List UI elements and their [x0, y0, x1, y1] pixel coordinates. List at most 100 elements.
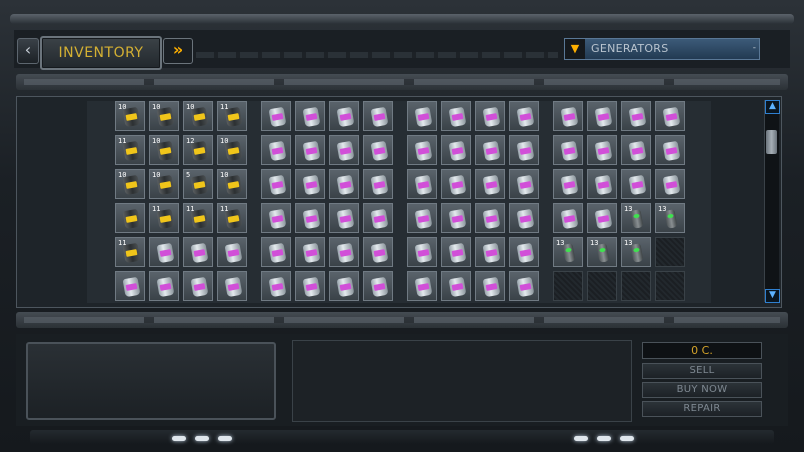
inventory-slot[interactable] — [329, 203, 359, 233]
inventory-slot[interactable]: 13 — [553, 237, 583, 267]
inventory-slot[interactable] — [363, 203, 393, 233]
inventory-slot[interactable] — [475, 203, 505, 233]
inventory-slot[interactable]: 11 — [115, 135, 145, 165]
inventory-slot[interactable]: 11 — [183, 203, 213, 233]
category-dropdown[interactable]: ▼ GENERATORS - — [564, 38, 760, 60]
inventory-slot[interactable] — [553, 135, 583, 165]
inventory-slot[interactable] — [261, 237, 291, 267]
empty-slot[interactable] — [655, 237, 685, 267]
inventory-slot[interactable] — [509, 271, 539, 301]
inventory-slot[interactable]: 11 — [217, 101, 247, 131]
inventory-slot[interactable] — [295, 101, 325, 131]
inventory-slot[interactable] — [621, 135, 651, 165]
inventory-slot[interactable] — [655, 135, 685, 165]
inventory-slot[interactable] — [261, 135, 291, 165]
inventory-slot[interactable] — [363, 169, 393, 199]
inventory-slot[interactable]: 10 — [183, 101, 213, 131]
inventory-slot[interactable] — [621, 101, 651, 131]
inventory-slot[interactable] — [441, 237, 471, 267]
inventory-slot[interactable] — [217, 271, 247, 301]
inventory-slot[interactable]: 10 — [115, 101, 145, 131]
inventory-slot[interactable]: 11 — [217, 203, 247, 233]
inventory-slot[interactable] — [363, 237, 393, 267]
inventory-slot[interactable]: 13 — [621, 237, 651, 267]
inventory-slot[interactable] — [553, 203, 583, 233]
inventory-slot[interactable] — [587, 135, 617, 165]
inventory-slot[interactable] — [407, 101, 437, 131]
inventory-slot[interactable]: 13 — [621, 203, 651, 233]
inventory-slot[interactable] — [441, 271, 471, 301]
dropdown-arrow-icon[interactable]: ▼ — [565, 39, 585, 59]
inventory-slot[interactable] — [329, 135, 359, 165]
inventory-slot[interactable] — [407, 135, 437, 165]
inventory-slot[interactable]: 10 — [217, 169, 247, 199]
inventory-slot[interactable]: 13 — [655, 203, 685, 233]
scroll-down-button[interactable]: ▼ — [765, 289, 780, 303]
inventory-slot[interactable] — [217, 237, 247, 267]
inventory-slot[interactable] — [475, 169, 505, 199]
inventory-slot[interactable] — [261, 169, 291, 199]
inventory-slot[interactable] — [149, 237, 179, 267]
inventory-slot[interactable] — [407, 203, 437, 233]
inventory-slot[interactable]: 10 — [149, 135, 179, 165]
inventory-slot[interactable] — [115, 271, 145, 301]
next-tab-button[interactable]: » — [163, 38, 193, 64]
empty-slot[interactable] — [621, 271, 651, 301]
inventory-slot[interactable] — [475, 237, 505, 267]
inventory-slot[interactable] — [441, 169, 471, 199]
inventory-slot[interactable] — [553, 169, 583, 199]
inventory-slot[interactable] — [407, 169, 437, 199]
empty-slot[interactable] — [655, 271, 685, 301]
inventory-slot[interactable] — [475, 135, 505, 165]
inventory-slot[interactable] — [329, 169, 359, 199]
inventory-slot[interactable] — [329, 101, 359, 131]
inventory-slot[interactable] — [295, 203, 325, 233]
inventory-slot[interactable] — [295, 169, 325, 199]
inventory-slot[interactable] — [407, 237, 437, 267]
scroll-up-button[interactable]: ▲ — [765, 100, 780, 114]
inventory-slot[interactable] — [363, 101, 393, 131]
inventory-slot[interactable] — [553, 101, 583, 131]
inventory-slot[interactable]: 13 — [587, 237, 617, 267]
empty-slot[interactable] — [587, 271, 617, 301]
previous-tab-button[interactable]: ‹ — [17, 38, 39, 64]
inventory-slot[interactable]: 11 — [149, 203, 179, 233]
inventory-slot[interactable] — [509, 169, 539, 199]
inventory-slot[interactable] — [261, 203, 291, 233]
inventory-slot[interactable] — [509, 237, 539, 267]
inventory-slot[interactable] — [655, 169, 685, 199]
inventory-slot[interactable] — [621, 169, 651, 199]
inventory-slot[interactable] — [509, 101, 539, 131]
inventory-slot[interactable] — [363, 135, 393, 165]
inventory-slot[interactable] — [475, 101, 505, 131]
inventory-slot[interactable]: 10 — [115, 169, 145, 199]
inventory-slot[interactable] — [587, 169, 617, 199]
inventory-slot[interactable] — [295, 237, 325, 267]
buy-now-button[interactable]: BUY NOW — [642, 382, 762, 398]
inventory-slot[interactable] — [261, 101, 291, 131]
inventory-slot[interactable] — [509, 135, 539, 165]
repair-button[interactable]: REPAIR — [642, 401, 762, 417]
inventory-slot[interactable] — [363, 271, 393, 301]
inventory-slot[interactable] — [441, 135, 471, 165]
inventory-slot[interactable] — [115, 203, 145, 233]
empty-slot[interactable] — [553, 271, 583, 301]
inventory-slot[interactable]: 10 — [149, 101, 179, 131]
inventory-slot[interactable] — [261, 271, 291, 301]
inventory-slot[interactable] — [587, 203, 617, 233]
inventory-slot[interactable]: 11 — [115, 237, 145, 267]
inventory-slot[interactable] — [407, 271, 437, 301]
inventory-slot[interactable] — [149, 271, 179, 301]
inventory-slot[interactable] — [295, 271, 325, 301]
inventory-slot[interactable]: 10 — [149, 169, 179, 199]
inventory-slot[interactable]: 5 — [183, 169, 213, 199]
sell-button[interactable]: SELL — [642, 363, 762, 379]
inventory-slot[interactable] — [329, 237, 359, 267]
inventory-slot[interactable] — [475, 271, 505, 301]
inventory-slot[interactable] — [329, 271, 359, 301]
scrollbar-thumb[interactable] — [766, 130, 777, 154]
inventory-slot[interactable] — [183, 271, 213, 301]
inventory-slot[interactable] — [441, 101, 471, 131]
inventory-slot[interactable]: 10 — [217, 135, 247, 165]
inventory-slot[interactable] — [441, 203, 471, 233]
